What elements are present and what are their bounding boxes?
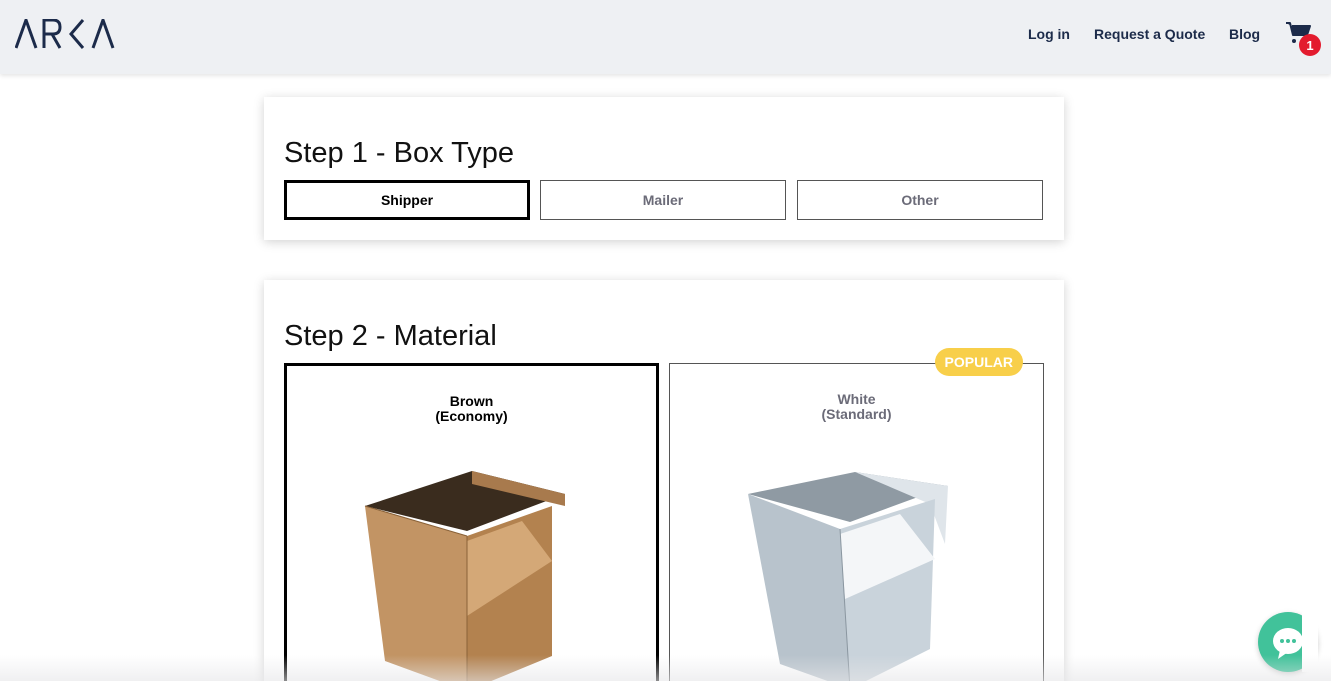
chat-tab-edge [1302,612,1318,672]
step2-title: Step 2 - Material [284,320,497,352]
material-brown-subtitle: (Economy) [435,408,508,424]
brown-box-image [357,466,577,681]
material-brown-option[interactable]: Brown (Economy) [284,363,659,681]
cart-button[interactable]: 1 [1285,20,1323,56]
box-type-mailer-button[interactable]: Mailer [540,180,786,220]
material-white-option[interactable]: POPULAR White (Standard) [669,348,1044,681]
box-type-shipper-button[interactable]: Shipper [284,180,530,220]
material-brown-name: Brown [449,393,494,409]
popular-badge: POPULAR [934,348,1023,376]
step1-title: Step 1 - Box Type [284,137,514,169]
arka-logo[interactable] [15,19,115,49]
step1-card: Step 1 - Box Type Shipper Mailer Other [264,97,1064,240]
cart-count-badge: 1 [1299,34,1321,56]
material-white-subtitle: (Standard) [821,406,892,422]
step2-card: Step 2 - Material Brown (Economy) POPULA… [264,280,1064,681]
site-header: Log in Request a Quote Blog 1 [0,0,1331,74]
box-type-other-button[interactable]: Other [797,180,1043,220]
blog-link[interactable]: Blog [1229,26,1260,42]
material-white-label: White (Standard) [670,392,1043,422]
white-box-image [740,464,960,681]
login-link[interactable]: Log in [1028,26,1070,42]
material-white-name: White [837,391,876,407]
material-brown-label: Brown (Economy) [287,394,656,424]
request-quote-link[interactable]: Request a Quote [1094,26,1205,42]
